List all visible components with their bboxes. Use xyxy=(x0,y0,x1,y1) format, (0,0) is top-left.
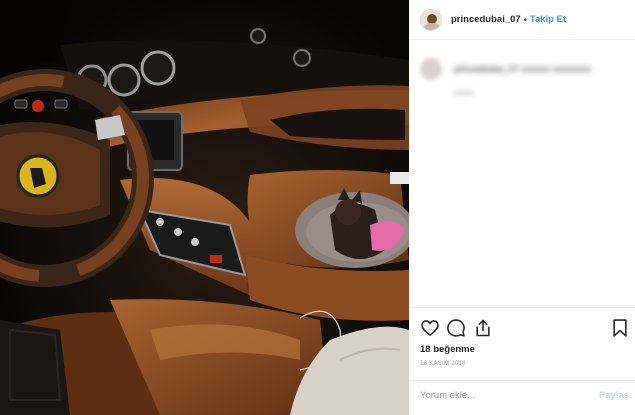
comment-bar: Paylaş xyxy=(409,380,635,412)
post-header: princedubai_07 • Takip Et xyxy=(409,0,635,40)
post-date: 18 KASIM 2018 xyxy=(420,361,466,367)
avatar[interactable] xyxy=(420,8,442,31)
caption-timestamp: xxxxx xyxy=(454,88,474,97)
heart-icon[interactable] xyxy=(420,318,440,338)
instagram-post: princedubai_07 • Takip Et princedubai_07… xyxy=(0,0,635,415)
bookmark-icon[interactable] xyxy=(610,318,630,338)
post-caption: princedubai_07 xxxxxx xxxxxxxx xxxxx xyxy=(420,58,625,97)
action-icons xyxy=(420,318,630,340)
post-photo[interactable] xyxy=(0,0,409,415)
caption-avatar xyxy=(420,58,442,80)
comment-input[interactable] xyxy=(420,390,580,401)
comment-bubble-icon[interactable] xyxy=(446,318,466,338)
car-interior-image xyxy=(0,0,409,415)
separator-dot: • xyxy=(523,14,527,25)
post-actions: 18 beğenme 18 KASIM 2018 Paylaş xyxy=(409,307,635,411)
share-icon[interactable] xyxy=(473,318,493,338)
follow-button[interactable]: Takip Et xyxy=(530,14,566,25)
likes-count[interactable]: 18 beğenme xyxy=(420,344,475,355)
username-link[interactable]: princedubai_07 xyxy=(451,14,521,25)
post-comment-button[interactable]: Paylaş xyxy=(599,390,629,401)
caption-text: princedubai_07 xxxxxx xxxxxxxx xyxy=(454,63,591,75)
post-sidebar: princedubai_07 • Takip Et princedubai_07… xyxy=(409,0,635,415)
